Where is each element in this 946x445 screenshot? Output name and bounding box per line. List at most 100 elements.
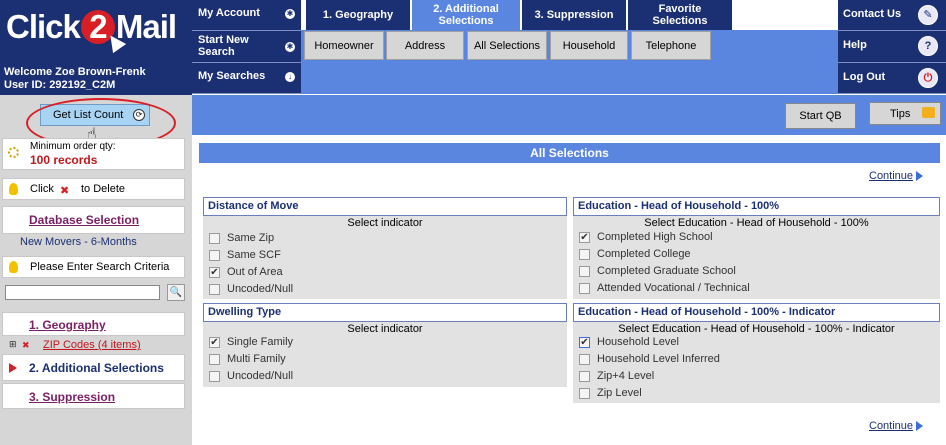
current-step-arrow-icon <box>9 363 17 373</box>
option-uncoded-null[interactable]: Uncoded/Null <box>209 283 293 295</box>
box-title: Dwelling Type <box>203 303 567 322</box>
checkbox[interactable] <box>579 387 590 399</box>
zip-codes-link[interactable]: ZIP Codes (4 items) <box>43 339 141 351</box>
start-new-search-button[interactable]: Start New Search ✱ <box>192 31 301 63</box>
subtab-homeowner[interactable]: Homeowner <box>304 31 384 60</box>
suppression-link[interactable]: 3. Suppression <box>29 390 115 404</box>
arrow-right-icon <box>916 421 924 432</box>
checkbox-checked[interactable]: ✔ <box>209 266 220 278</box>
option-completed-graduate-school[interactable]: Completed Graduate School <box>579 265 736 277</box>
subtab-all-selections[interactable]: All Selections <box>467 31 547 60</box>
checkbox[interactable] <box>209 353 220 365</box>
delete-x-icon[interactable]: ✖ <box>22 340 30 351</box>
min-order-value: 100 records <box>30 153 98 167</box>
welcome-text: Welcome Zoe Brown-Frenk <box>4 66 146 78</box>
checkbox[interactable] <box>209 249 220 261</box>
dwelling-type-box: Dwelling Type Select indicator ✔ Single F… <box>203 303 567 387</box>
tab-favorite-selections[interactable]: Favorite Selections <box>628 0 732 30</box>
search-criteria-panel: Please Enter Search Criteria <box>2 256 185 278</box>
database-selection-panel: Database Selection <box>2 206 185 234</box>
tab-additional-selections[interactable]: 2. Additional Selections <box>412 0 520 30</box>
lightbulb-icon <box>9 183 18 195</box>
contact-card-icon: ✎ <box>918 5 938 25</box>
enter-criteria-text: Please Enter Search Criteria <box>30 261 170 273</box>
checkbox[interactable] <box>579 353 590 365</box>
tab-suppression[interactable]: 3. Suppression <box>522 0 626 30</box>
checkbox-checked[interactable]: ✔ <box>579 231 590 243</box>
option-zip4-level[interactable]: Zip+4 Level <box>579 370 654 382</box>
distance-of-move-box: Distance of Move Select indicator Same Z… <box>203 197 567 299</box>
education-hoh-box: Education - Head of Household - 100% Sel… <box>573 197 940 299</box>
gear-icon: ✱ <box>285 9 295 19</box>
option-completed-college[interactable]: Completed College <box>579 248 691 260</box>
search-input[interactable] <box>5 285 160 300</box>
gear-icon: ✱ <box>285 42 295 52</box>
search-icon[interactable]: 🔍 <box>167 284 185 301</box>
select-indicator-label: Select indicator <box>347 323 423 335</box>
tips-note-icon <box>922 107 935 118</box>
all-selections-header: All Selections <box>199 143 940 163</box>
box-title: Distance of Move <box>203 197 567 216</box>
user-welcome: Welcome Zoe Brown-Frenk User ID: 292192_… <box>0 64 192 95</box>
arrow-right-icon <box>916 171 924 182</box>
option-household-level-inferred[interactable]: Household Level Inferred <box>579 353 720 365</box>
box-title: Education - Head of Household - 100% <box>573 197 940 216</box>
delete-x-icon: ✖ <box>60 185 70 197</box>
checkbox-checked[interactable]: ✔ <box>579 336 590 348</box>
sun-icon <box>8 147 19 158</box>
suppression-panel: 3. Suppression <box>2 383 185 409</box>
option-single-family[interactable]: ✔ Single Family <box>209 336 293 348</box>
database-selection-link[interactable]: Database Selection <box>29 213 139 227</box>
box-title: Education - Head of Household - 100% - I… <box>573 303 940 322</box>
download-arrow-icon: ↓ <box>285 72 295 82</box>
education-hoh-indicator-box: Education - Head of Household - 100% - I… <box>573 303 940 403</box>
click-text: Click <box>30 183 54 195</box>
log-out-button[interactable]: Log Out ⏻ <box>838 63 946 94</box>
start-qb-button[interactable]: Start QB <box>785 103 856 129</box>
power-icon: ⏻ <box>918 68 938 88</box>
option-same-zip[interactable]: Same Zip <box>209 232 274 244</box>
checkbox[interactable] <box>579 370 590 382</box>
geography-link[interactable]: 1. Geography <box>29 318 106 332</box>
option-attended-vocational[interactable]: Attended Vocational / Technical <box>579 282 750 294</box>
continue-link-bottom[interactable]: Continue <box>869 420 924 432</box>
option-uncoded-null[interactable]: Uncoded/Null <box>209 370 293 382</box>
delete-hint-panel: Click ✖ to Delete <box>2 178 185 200</box>
option-completed-high-school[interactable]: ✔ Completed High School <box>579 231 713 243</box>
option-zip-level[interactable]: Zip Level <box>579 387 642 399</box>
option-out-of-area[interactable]: ✔ Out of Area <box>209 266 283 278</box>
expand-plus-icon[interactable]: ⊞ <box>9 339 17 350</box>
my-account-button[interactable]: My Account ✱ <box>192 0 301 31</box>
click2mail-logo[interactable]: Click 2 Mail <box>6 8 177 54</box>
tips-button[interactable]: Tips <box>869 102 941 125</box>
checkbox-checked[interactable]: ✔ <box>209 336 220 348</box>
min-order-label: Minimum order qty: <box>30 141 116 152</box>
option-same-scf[interactable]: Same SCF <box>209 249 281 261</box>
min-order-panel: Minimum order qty: 100 records <box>2 138 185 170</box>
select-indicator-label: Select Education - Head of Household - 1… <box>618 323 895 335</box>
checkbox[interactable] <box>209 232 220 244</box>
subtab-telephone[interactable]: Telephone <box>631 31 711 60</box>
help-button[interactable]: Help ? <box>838 31 946 63</box>
tab-geography[interactable]: 1. Geography <box>306 0 410 30</box>
contact-us-button[interactable]: Contact Us ✎ <box>838 0 946 31</box>
additional-selections-panel: 2. Additional Selections <box>2 354 185 381</box>
my-searches-button[interactable]: My Searches ↓ <box>192 63 301 94</box>
checkbox[interactable] <box>579 248 590 260</box>
continue-link-top[interactable]: Continue <box>869 170 924 182</box>
subtab-household[interactable]: Household <box>550 31 628 60</box>
user-id: User ID: 292192_C2M <box>4 79 116 91</box>
lightbulb-icon <box>9 261 18 273</box>
option-multi-family[interactable]: Multi Family <box>209 353 286 365</box>
option-household-level[interactable]: ✔ Household Level <box>579 336 679 348</box>
subtab-address[interactable]: Address <box>386 31 464 60</box>
checkbox[interactable] <box>579 282 590 294</box>
additional-selections-label: 2. Additional Selections <box>29 361 164 375</box>
select-indicator-label: Select indicator <box>347 217 423 229</box>
checkbox[interactable] <box>209 283 220 295</box>
to-delete-text: to Delete <box>81 183 126 195</box>
question-icon: ? <box>918 36 938 56</box>
checkbox[interactable] <box>579 265 590 277</box>
checkbox[interactable] <box>209 370 220 382</box>
geography-panel: 1. Geography <box>2 312 185 336</box>
